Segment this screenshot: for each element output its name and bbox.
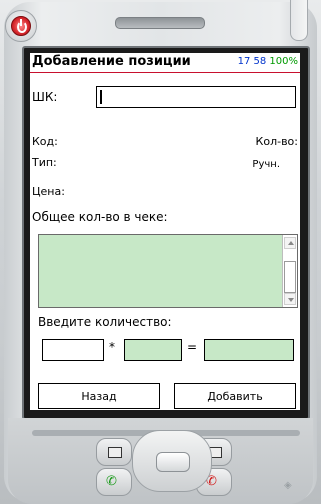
brand-logo: ◈ [284, 480, 292, 491]
page-title: Добавление позиции [32, 54, 191, 69]
power-button[interactable] [5, 10, 37, 42]
code-label: Код: [32, 135, 58, 148]
type-label: Тип: [32, 156, 57, 169]
status-battery: 100% [269, 56, 298, 67]
total-qty-label: Общее кол-во в чеке: [32, 210, 168, 224]
app-screen: Добавление позиции 17 58 100% ШК: Код: К… [30, 53, 300, 410]
quantity-label: Кол-во: [255, 135, 298, 148]
barcode-label: ШК: [32, 90, 58, 104]
input-mode-value: Ручн. [252, 159, 280, 170]
total-qty-field[interactable] [38, 234, 298, 308]
multiply-sign: * [109, 340, 115, 354]
equals-sign: = [187, 340, 198, 354]
barcode-input[interactable] [96, 86, 296, 108]
power-icon [11, 16, 31, 36]
scroll-thumb[interactable] [284, 261, 296, 293]
start-icon [108, 447, 122, 458]
title-bar: Добавление позиции 17 58 100% [30, 53, 300, 73]
vertical-scrollbar[interactable] [282, 235, 297, 307]
device-body: Добавление позиции 17 58 100% ШК: Код: К… [0, 0, 321, 504]
price-label: Цена: [32, 185, 65, 198]
enter-qty-label: Введите количество: [38, 315, 172, 329]
stylus-slot [290, 0, 308, 41]
add-button[interactable]: Добавить [174, 383, 296, 409]
quantity-input[interactable] [42, 339, 104, 361]
call-button[interactable]: ✆ [96, 468, 132, 496]
status-area: 17 58 100% [238, 56, 298, 67]
speaker-grille [115, 17, 205, 29]
text-caret [100, 90, 102, 104]
factor-field[interactable] [124, 339, 182, 361]
start-button[interactable] [96, 438, 132, 466]
dpad-center-button[interactable] [156, 452, 190, 472]
status-time: 17 58 [237, 56, 267, 67]
scroll-up-icon[interactable] [284, 237, 296, 249]
back-button[interactable]: Назад [38, 383, 160, 409]
scroll-down-icon[interactable] [284, 293, 296, 305]
result-field[interactable] [204, 339, 294, 361]
call-icon: ✆ [106, 474, 117, 489]
